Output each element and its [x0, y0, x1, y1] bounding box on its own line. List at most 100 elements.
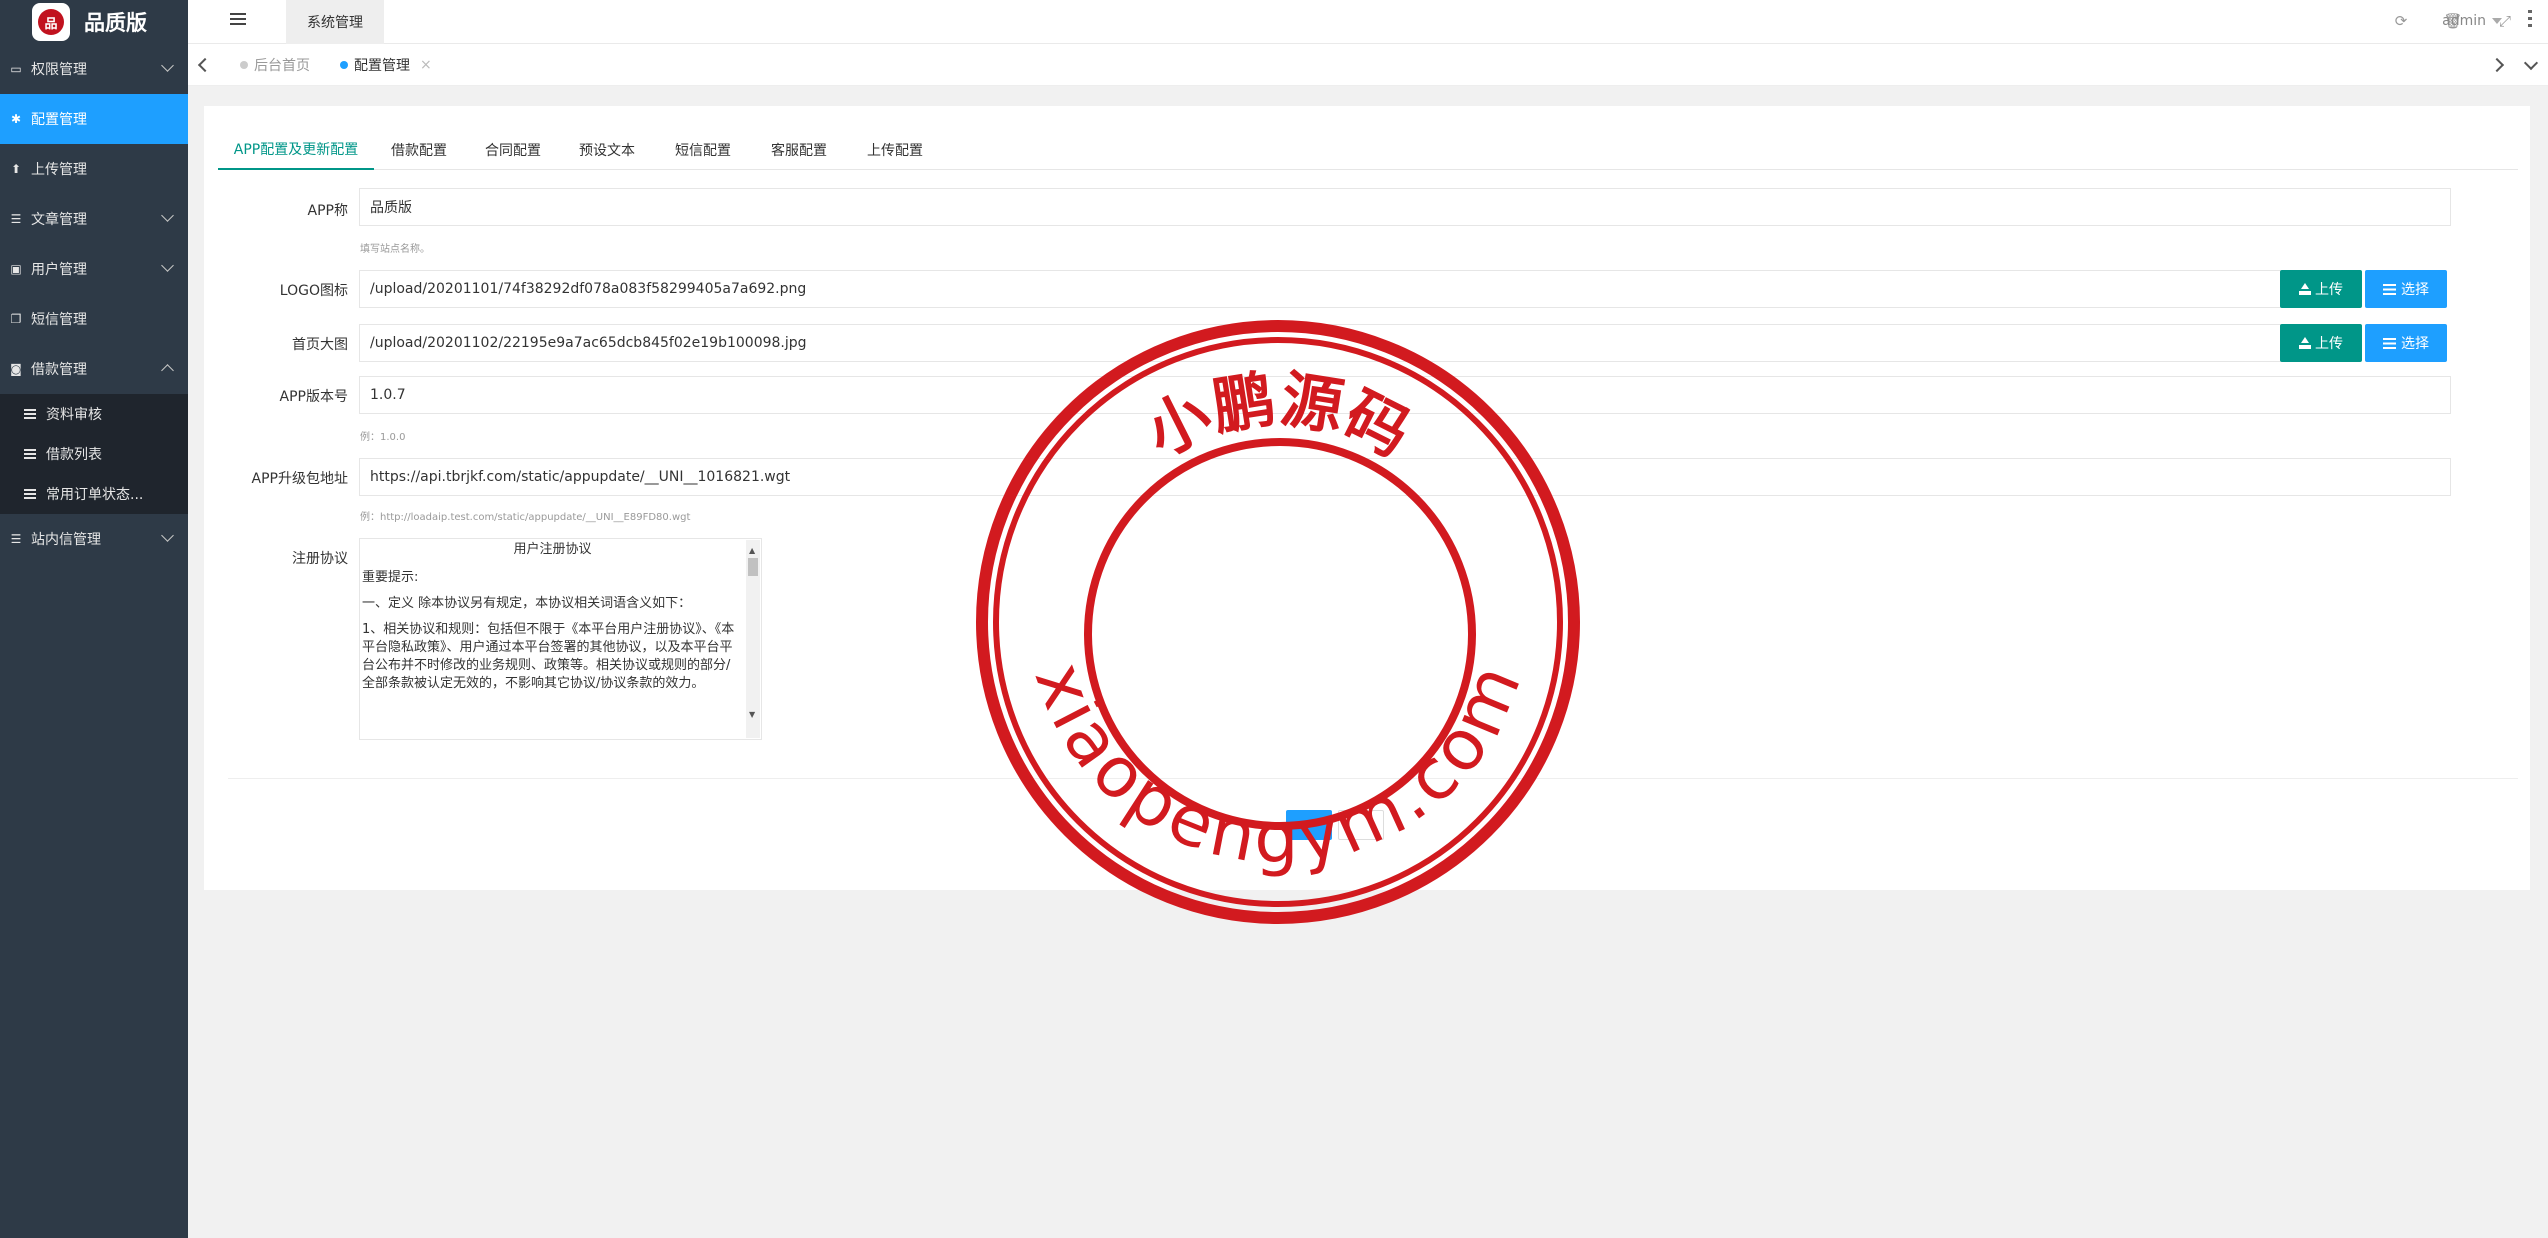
update-url-hint: 例：http://loadaip.test.com/static/appupda… [360, 512, 691, 523]
sidebar-item-label: 借款管理 [31, 362, 87, 378]
sidebar-item-articles[interactable]: ☰ 文章管理 [0, 194, 188, 244]
list-icon [2383, 337, 2396, 349]
tab-service-config[interactable]: 客服配置 [760, 130, 838, 170]
money-icon: ◙ [10, 362, 22, 376]
chevron-down-icon [161, 59, 174, 72]
agreement-title: 用户注册协议 [513, 542, 592, 557]
logo-mark: 品 [38, 9, 64, 35]
agreement-paragraph: 1、相关协议和规则：包括但不限于《本平台用户注册协议》、《本平台隐私政策》、用户… [362, 622, 735, 691]
sidebar-item-label: 站内信管理 [31, 532, 101, 548]
reset-button[interactable] [1338, 810, 1384, 840]
banner-path-input[interactable]: /upload/20201102/22195e9a7ac65dcb845f02e… [359, 324, 2281, 362]
sidebar-item-label: 用户管理 [31, 262, 87, 278]
app-name-label: APP称 [307, 203, 348, 219]
upload-icon [2299, 337, 2311, 349]
update-url-input[interactable]: https://api.tbrjkf.com/static/appupdate/… [359, 458, 2451, 496]
sidebar-item-permissions[interactable]: ▭ 权限管理 [0, 44, 188, 94]
logo-upload-button[interactable]: 上传 [2280, 270, 2362, 308]
brand-title: 品质版 [84, 11, 147, 35]
scrollbar-thumb[interactable] [748, 558, 758, 576]
tab-config[interactable]: 配置管理 × [340, 44, 432, 86]
sidebar-item-upload[interactable]: ⬆ 上传管理 [0, 144, 188, 194]
sidebar-item-config[interactable]: ✱ 配置管理 [0, 94, 188, 144]
sidebar-subitem-label: 常用订单状态... [46, 487, 144, 503]
chevron-down-icon [161, 259, 174, 272]
version-hint: 例：1.0.0 [360, 432, 406, 443]
sidebar: 品 品质版 ▭ 权限管理 ✱ 配置管理 ⬆ 上传管理 ☰ 文章管理 ▣ 用户管理… [0, 0, 188, 1238]
agreement-paragraph: 重要提示: [362, 570, 419, 585]
list-icon [2383, 283, 2396, 295]
tab-scroll-right[interactable] [2480, 44, 2514, 86]
user-menu[interactable]: admin [2442, 13, 2502, 29]
sidebar-item-label: 配置管理 [31, 112, 87, 128]
list-icon [24, 409, 36, 419]
logo-select-button[interactable]: 选择 [2365, 270, 2447, 308]
copy-icon: ❐ [10, 312, 22, 326]
sidebar-item-label: 短信管理 [31, 312, 87, 328]
sidebar-item-sms[interactable]: ❐ 短信管理 [0, 294, 188, 344]
agreement-textarea[interactable]: 用户注册协议 重要提示: 一、定义 除本协议另有规定，本协议相关词语含义如下： … [359, 538, 762, 740]
chevron-up-icon [161, 364, 174, 377]
tab-system-management[interactable]: 系统管理 [286, 0, 384, 44]
button-label: 选择 [2401, 282, 2429, 298]
button-label: 上传 [2315, 336, 2343, 352]
submit-button[interactable] [1286, 810, 1332, 840]
sidebar-item-messages[interactable]: ☰ 站内信管理 [0, 514, 188, 564]
more-vertical-icon[interactable] [2528, 10, 2532, 28]
tab-upload-config[interactable]: 上传配置 [856, 130, 934, 170]
list-icon [24, 489, 36, 499]
sidebar-subitem-order-status[interactable]: 常用订单状态... [0, 474, 188, 514]
sidebar-subitem-loan-list[interactable]: 借款列表 [0, 434, 188, 474]
tab-sms-config[interactable]: 短信配置 [664, 130, 742, 170]
sidebar-item-label: 文章管理 [31, 212, 87, 228]
version-input[interactable]: 1.0.7 [359, 376, 2451, 414]
tab-preset-text[interactable]: 预设文本 [568, 130, 646, 170]
textarea-scrollbar[interactable]: ▲ ▼ [746, 540, 760, 738]
agreement-label: 注册协议 [292, 551, 348, 567]
list-icon: ☰ [10, 532, 22, 546]
chevron-down-icon [161, 529, 174, 542]
app-name-hint: 填写站点名称。 [360, 244, 430, 255]
sidebar-item-label: 权限管理 [31, 62, 87, 78]
banner-label: 首页大图 [292, 337, 348, 353]
form-divider [228, 778, 2518, 779]
tab-dot [240, 61, 248, 69]
tab-contract-config[interactable]: 合同配置 [474, 130, 552, 170]
sidebar-subitem-label: 借款列表 [46, 447, 102, 463]
app-logo: 品 [32, 3, 70, 41]
sidebar-item-users[interactable]: ▣ 用户管理 [0, 244, 188, 294]
tab-home[interactable]: 后台首页 [240, 44, 310, 86]
version-label: APP版本号 [279, 389, 348, 405]
tab-scroll-left[interactable] [188, 44, 222, 86]
top-header: 系统管理 ⟳ 🗑 ⤢ admin [188, 0, 2548, 44]
tab-label: 配置管理 [354, 58, 410, 74]
chevron-right-icon [2489, 57, 2505, 73]
logo-path-input[interactable]: /upload/20201101/74f38292df078a083f58299… [359, 270, 2281, 308]
sidebar-subitem-review[interactable]: 资料审核 [0, 394, 188, 434]
upload-icon: ⬆ [10, 162, 22, 176]
sidebar-subitem-label: 资料审核 [46, 407, 102, 423]
scroll-down-icon[interactable]: ▼ [749, 706, 755, 724]
user-icon: ▣ [10, 262, 22, 276]
chevron-left-icon [197, 57, 213, 73]
tab-options[interactable] [2514, 44, 2548, 86]
button-label: 选择 [2401, 336, 2429, 352]
tab-loan-config[interactable]: 借款配置 [380, 130, 458, 170]
upload-icon [2299, 283, 2311, 295]
caret-down-icon [2492, 18, 2502, 24]
sidebar-item-loans[interactable]: ◙ 借款管理 [0, 344, 188, 394]
chevron-down-icon [2523, 55, 2539, 70]
banner-upload-button[interactable]: 上传 [2280, 324, 2362, 362]
app-name-input[interactable]: 品质版 [359, 188, 2451, 226]
chevron-down-icon [161, 209, 174, 222]
menu-toggle-icon[interactable] [230, 13, 246, 27]
config-card: APP配置及更新配置 借款配置 合同配置 预设文本 短信配置 客服配置 上传配置… [204, 106, 2530, 890]
tab-label: 后台首页 [254, 58, 310, 74]
refresh-icon[interactable]: ⟳ [2392, 12, 2410, 30]
banner-select-button[interactable]: 选择 [2365, 324, 2447, 362]
tab-app-config[interactable]: APP配置及更新配置 [218, 130, 374, 170]
update-url-label: APP升级包地址 [251, 471, 348, 487]
tab-dot [340, 61, 348, 69]
close-icon[interactable]: × [420, 57, 432, 73]
button-label: 上传 [2315, 282, 2343, 298]
